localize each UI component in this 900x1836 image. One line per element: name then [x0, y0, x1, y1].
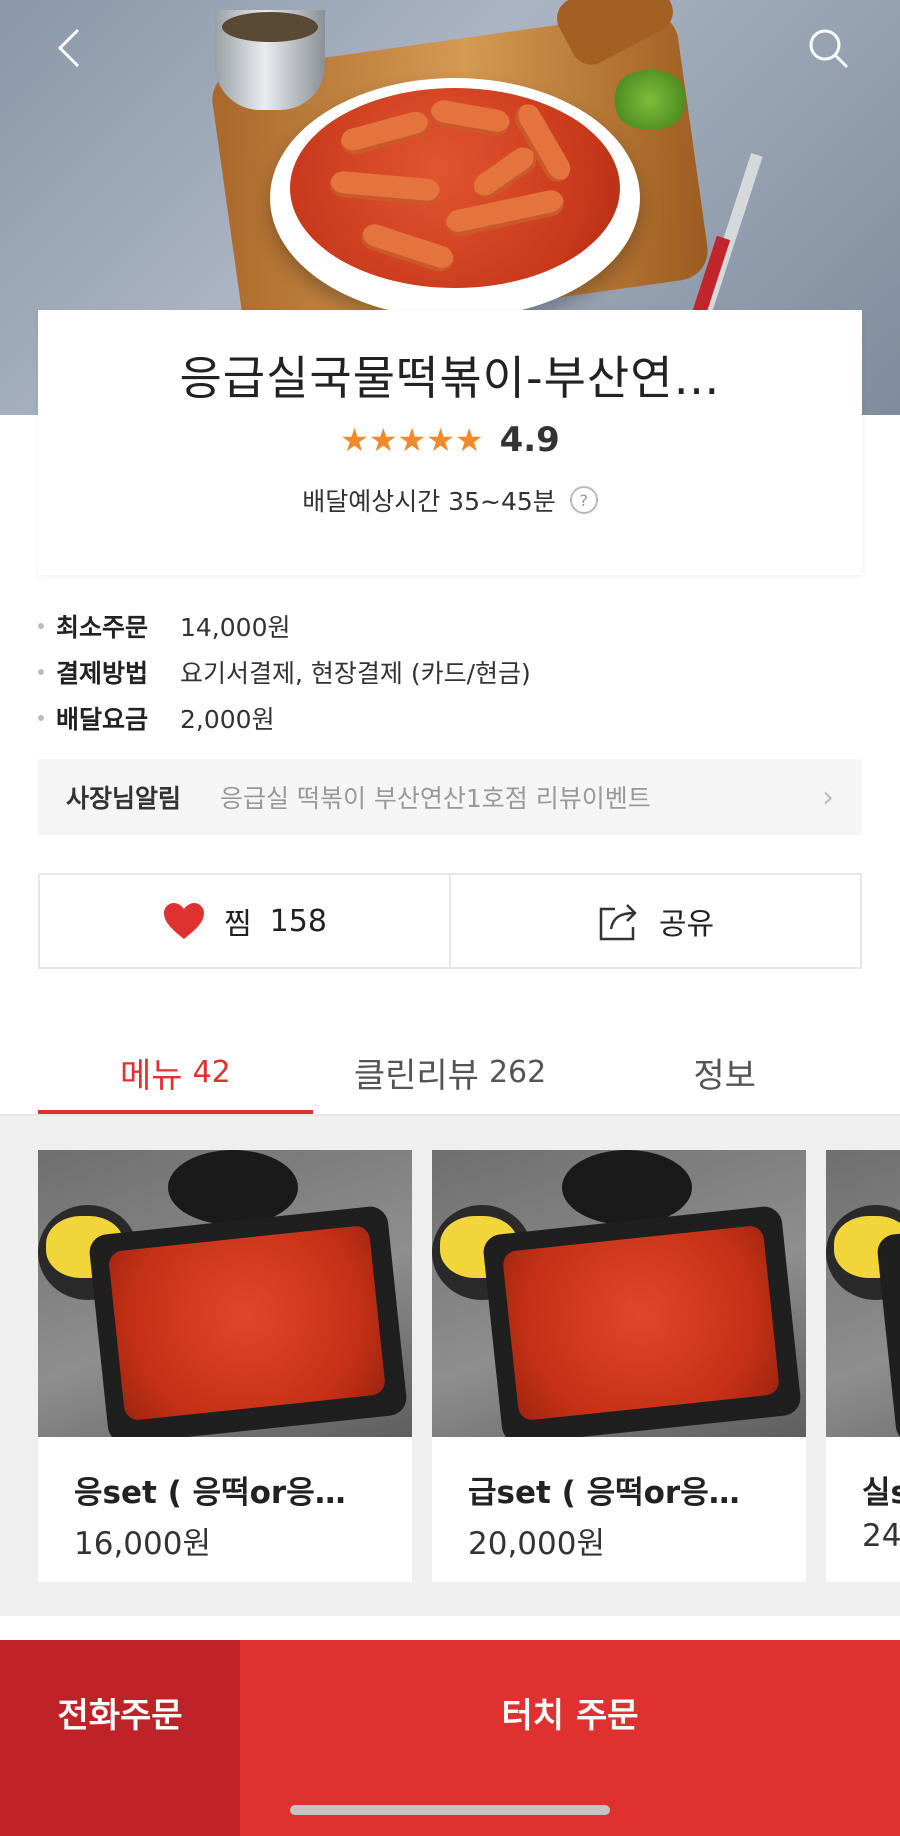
store-name: 응급실국물떡볶이-부산연…	[179, 351, 721, 405]
detail-label: 최소주문	[56, 613, 149, 642]
chevron-right-icon: ›	[822, 779, 834, 815]
share-label: 공유	[658, 907, 715, 942]
search-icon	[809, 29, 849, 69]
tab-label: 정보	[693, 1055, 756, 1096]
share-button[interactable]: 공유	[449, 875, 860, 967]
herb-garnish	[610, 70, 690, 130]
tab-menu[interactable]: 메뉴 42	[38, 1028, 313, 1116]
bullet-icon	[38, 669, 44, 675]
menu-item-price: 16,000원	[74, 1526, 211, 1562]
owner-notice[interactable]: 사장님알림 응급실 떡볶이 부산연산1호점 리뷰이벤트 ›	[38, 759, 862, 835]
notice-label: 사장님알림	[66, 784, 182, 813]
menu-item-card[interactable]: 응set ( 응떡or응… 16,000원	[38, 1150, 412, 1582]
tteokbokki	[107, 1224, 387, 1422]
like-button[interactable]: 찜 158	[40, 875, 449, 967]
tab-count: 262	[488, 1054, 547, 1090]
tab-reviews[interactable]: 클린리뷰 262	[313, 1028, 588, 1116]
detail-min-order: 최소주문 14,000원	[38, 603, 862, 649]
tteokbokki	[501, 1224, 781, 1422]
detail-value: 요기서결제, 현장결제 (카드/현금)	[180, 659, 531, 688]
tab-label: 메뉴	[119, 1055, 183, 1096]
like-count: 158	[269, 903, 327, 939]
delivery-eta-text: 배달예상시간 35~45분	[302, 487, 556, 516]
detail-delivery-fee: 배달요금 2,000원	[38, 695, 862, 741]
rating-value: 4.9	[499, 420, 560, 460]
chevron-left-icon	[57, 28, 80, 68]
menu-item-name: 급set ( 응떡or응…	[468, 1475, 740, 1511]
tab-info[interactable]: 정보	[587, 1028, 862, 1116]
like-label: 찜	[224, 907, 252, 942]
menu-item-photo	[432, 1150, 806, 1437]
menu-item-price: 20,000원	[468, 1526, 605, 1562]
help-icon[interactable]: ?	[569, 486, 598, 514]
tab-count: 42	[192, 1054, 231, 1090]
search-button[interactable]	[798, 18, 858, 78]
menu-item-price: 24	[862, 1518, 900, 1554]
detail-value: 14,000원	[180, 613, 291, 642]
phone-order-button[interactable]: 전화주문	[0, 1640, 240, 1836]
detail-label: 배달요금	[56, 705, 149, 734]
tab-label: 클린리뷰	[353, 1055, 479, 1096]
delivery-eta: 배달예상시간 35~45분 ?	[38, 482, 862, 518]
store-details: 최소주문 14,000원 결제방법 요기서결제, 현장결제 (카드/현금) 배달…	[38, 603, 862, 741]
bullet-icon	[38, 715, 44, 721]
spoon	[562, 1150, 692, 1225]
home-indicator[interactable]	[290, 1805, 610, 1815]
notice-text: 응급실 떡볶이 부산연산1호점 리뷰이벤트	[220, 784, 651, 813]
detail-payment: 결제방법 요기서결제, 현장결제 (카드/현금)	[38, 649, 862, 695]
rating-row: ★★★★★ 4.9	[38, 420, 862, 460]
back-button[interactable]	[40, 18, 100, 78]
star-rating-icon: ★★★★★	[340, 421, 484, 459]
menu-carousel[interactable]: 응set ( 응떡or응… 16,000원 급set ( 응떡or응… 20,0…	[0, 1116, 900, 1616]
menu-item-card[interactable]: 급set ( 응떡or응… 20,000원	[432, 1150, 806, 1582]
menu-item-name: 실s	[862, 1475, 900, 1511]
sauce-cup-inside	[222, 12, 318, 42]
bullet-icon	[38, 623, 44, 629]
menu-item-photo	[38, 1150, 412, 1437]
action-bar: 찜 158 공유	[38, 873, 862, 969]
spoon	[168, 1150, 298, 1225]
menu-item-name: 응set ( 응떡or응…	[74, 1475, 346, 1511]
tab-bar: 메뉴 42 클린리뷰 262 정보	[38, 1028, 862, 1116]
menu-item-card[interactable]: 실s 24	[826, 1150, 900, 1582]
store-info-card: 응급실국물떡볶이-부산연… ★★★★★ 4.9 배달예상시간 35~45분 ?	[38, 310, 862, 575]
detail-value: 2,000원	[180, 705, 275, 734]
share-icon	[599, 904, 637, 941]
menu-item-photo	[826, 1150, 900, 1437]
detail-label: 결제방법	[56, 659, 149, 688]
heart-icon	[164, 903, 205, 939]
